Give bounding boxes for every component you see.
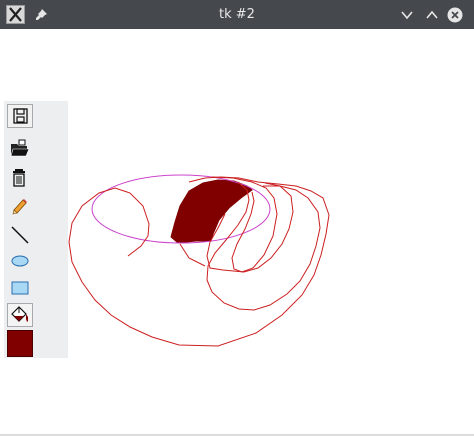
paint-bucket-icon	[11, 306, 28, 322]
floppy-disk-icon	[13, 108, 28, 124]
canvas-drawing	[68, 174, 330, 347]
oval-tool[interactable]	[7, 249, 33, 273]
maximize-chevron-up-icon[interactable]	[424, 7, 440, 23]
open-folder-icon	[10, 139, 30, 157]
drawing-canvas[interactable]	[0, 29, 474, 434]
open-button[interactable]	[7, 136, 33, 160]
current-color-swatch[interactable]	[7, 330, 33, 357]
line-tool[interactable]	[7, 223, 33, 247]
close-icon[interactable]	[447, 7, 463, 23]
oval-icon	[11, 255, 29, 267]
title-bar: tk #2	[0, 0, 474, 29]
pencil-tool[interactable]	[7, 196, 33, 220]
rectangle-icon	[11, 281, 29, 295]
fill-tool[interactable]	[7, 303, 33, 327]
delete-button[interactable]	[7, 166, 33, 190]
toolbar	[4, 101, 68, 358]
minimize-chevron-down-icon[interactable]	[399, 7, 415, 23]
trash-can-icon	[13, 169, 25, 187]
line-icon	[11, 226, 29, 244]
rectangle-tool[interactable]	[7, 276, 33, 300]
filled-shape	[170, 179, 253, 244]
pencil-icon	[12, 199, 27, 215]
save-button[interactable]	[7, 104, 33, 128]
